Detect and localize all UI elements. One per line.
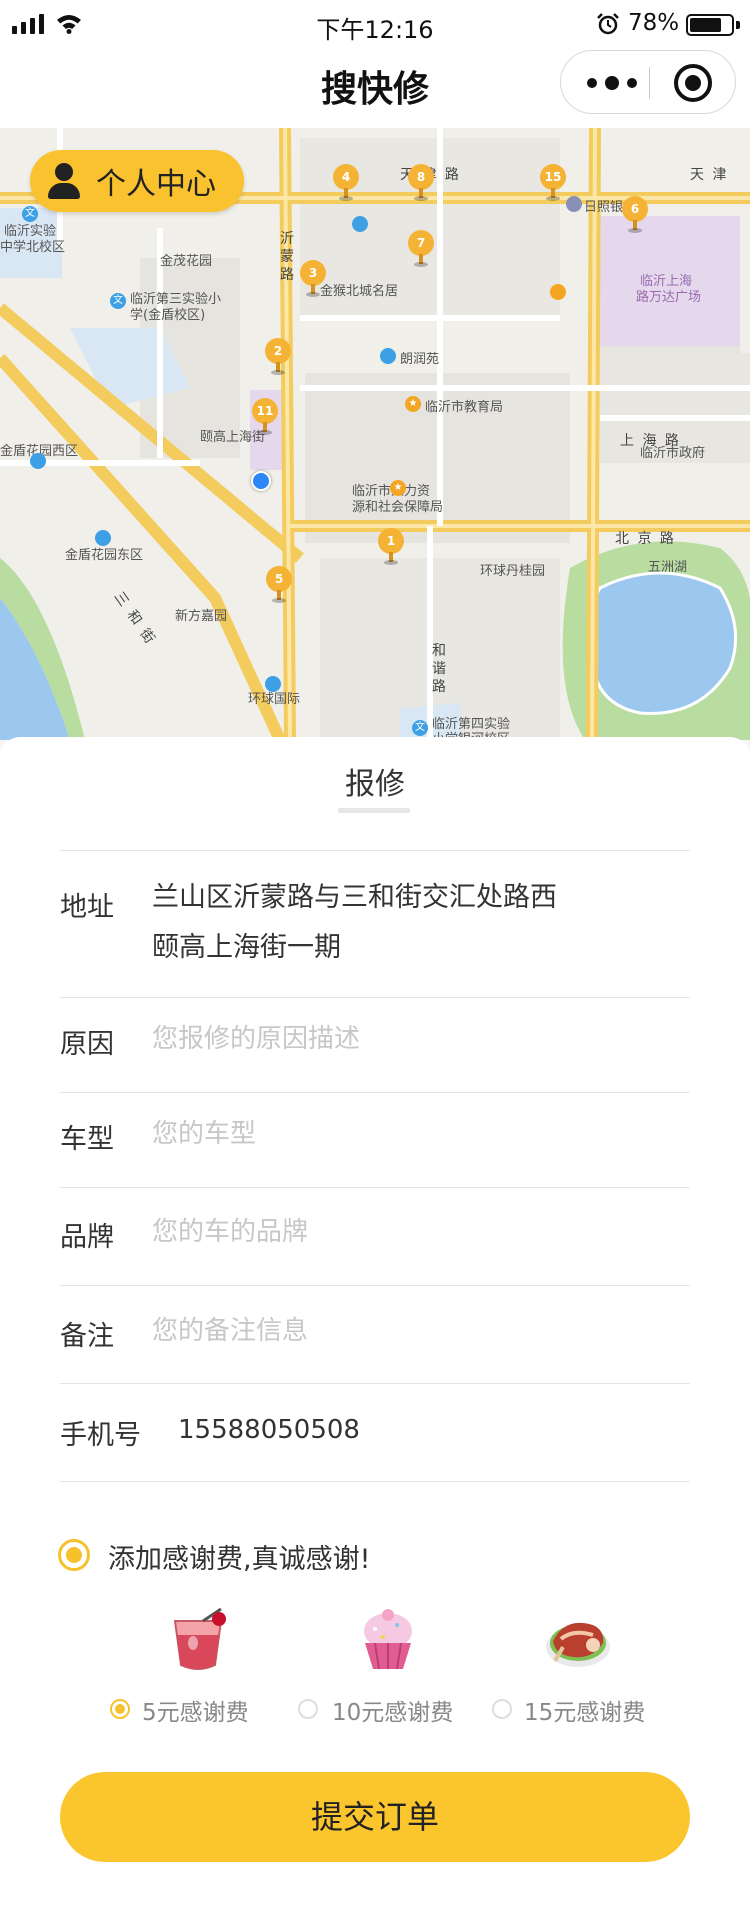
brand-input[interactable] [152,1212,672,1252]
divider [60,1187,690,1188]
mini-program-capsule [560,50,736,114]
map-road-label: 蒙 [280,249,296,265]
tip-option-radio [110,1699,130,1719]
address-line2: 颐高上海街一期 [152,932,341,963]
school-icon: 文 [412,720,428,736]
building-icon [95,530,111,546]
tip-option-15[interactable]: 15元感谢费 [488,1607,668,1727]
map-road-label: 和 [432,643,448,659]
alarm-icon [597,13,619,35]
school-icon: 文 [22,206,38,222]
divider [60,1285,690,1286]
tip-option-radio [492,1699,512,1719]
map-view[interactable]: 天 津 路 天 津 上 海 路 北 京 路 沂 蒙 路 三 和 街 和 谐 路 … [0,128,750,740]
status-bar: 下午12:16 78% [0,0,750,50]
building-icon [380,348,396,364]
cupcake-icon [364,1609,412,1670]
reason-label: 原因 [60,1029,114,1060]
tip-option-label: 5元感谢费 [142,1700,249,1726]
nav-bar: 搜快修 [0,50,750,128]
divider [60,850,690,851]
user-icon [46,163,82,199]
shop-marker[interactable]: 3 [300,260,326,298]
drink-icon [173,1607,226,1670]
car-model-input[interactable] [152,1114,672,1154]
map-road-label: 谐 [432,661,448,677]
map-place-label: 金茂花园 [160,254,213,269]
current-location-dot [251,471,271,491]
shop-marker[interactable]: 4 [333,164,359,202]
tip-label: 添加感谢费,真诚感谢! [108,1544,371,1575]
map-place-label: 新方嘉园 [175,609,228,624]
capsule-divider [649,67,650,99]
shop-marker[interactable]: 5 [266,566,292,604]
address-line1: 兰山区沂蒙路与三和街交汇处路西 [152,882,557,913]
personal-center-label: 个人中心 [96,167,216,202]
shop-marker[interactable]: 2 [265,338,291,376]
divider [60,997,690,998]
reason-input[interactable] [152,1019,672,1059]
tip-option-5[interactable]: 5元感谢费 [108,1607,288,1727]
map-place-label: 路万达广场 [636,290,702,305]
map-road-label: 路 [432,679,448,695]
tip-option-label: 10元感谢费 [332,1700,454,1726]
close-program-icon[interactable] [674,64,712,102]
battery-percent: 78% [628,10,680,36]
shop-marker[interactable]: 11 [252,398,278,436]
map-place-label: 金盾花园东区 [65,548,144,563]
shop-marker[interactable]: 6 [622,196,648,234]
remark-input[interactable] [152,1311,672,1351]
map-road-label: 路 [280,267,296,283]
brand-label: 品牌 [60,1222,114,1253]
battery-icon [686,14,734,36]
more-icon[interactable] [587,69,637,97]
landmark-icon [550,284,566,300]
steak-icon [546,1622,610,1667]
repair-form-card: 报修 地址 兰山区沂蒙路与三和街交汇处路西 颐高上海街一期 原因 车型 品牌 备… [0,737,750,1905]
remark-label: 备注 [60,1321,114,1352]
tip-toggle-radio[interactable] [58,1539,90,1571]
divider [60,1481,690,1482]
shop-marker[interactable]: 8 [408,164,434,202]
map-place-label: 朗润苑 [400,352,440,367]
building-icon [265,676,281,692]
map-place-label: 临沂市政府 [640,446,706,461]
personal-center-button[interactable]: 个人中心 [30,150,244,212]
shop-marker[interactable]: 1 [378,528,404,566]
divider [60,1092,690,1093]
map-place-label: 源和社会保障局 [352,500,444,515]
battery-tip [736,21,740,29]
form-title: 报修 [345,767,405,802]
shop-marker[interactable]: 15 [540,164,566,202]
address-label: 地址 [60,892,114,923]
submit-order-button[interactable]: 提交订单 [60,1772,690,1862]
form-title-underline [338,808,410,813]
map-road-label: 沂 [280,231,296,247]
map-place-label: 金猴北城名居 [320,284,399,299]
government-icon: ★ [405,396,421,412]
bank-icon [566,196,582,212]
tip-option-10[interactable]: 10元感谢费 [298,1607,478,1727]
phone-input[interactable] [178,1410,672,1450]
tip-option-radio [298,1699,318,1719]
government-icon: ★ [390,480,406,496]
shop-marker[interactable]: 7 [408,230,434,268]
school-icon: 文 [110,293,126,309]
map-road-label: 北 京 路 [615,531,676,547]
car-model-label: 车型 [60,1124,114,1155]
phone-label: 手机号 [60,1420,141,1451]
divider [60,1383,690,1384]
map-place-label: 中学北校区 [0,240,66,255]
map-place-label: 临沂市教育局 [425,400,504,415]
building-icon [30,453,46,469]
map-road-label: 天 津 [690,167,729,183]
map-place-label: 五洲湖 [648,560,688,575]
map-place-label: 学(金盾校区) [130,308,206,323]
building-icon [352,216,368,232]
map-place-label: 环球丹桂园 [480,564,546,579]
tip-option-label: 15元感谢费 [524,1700,646,1726]
